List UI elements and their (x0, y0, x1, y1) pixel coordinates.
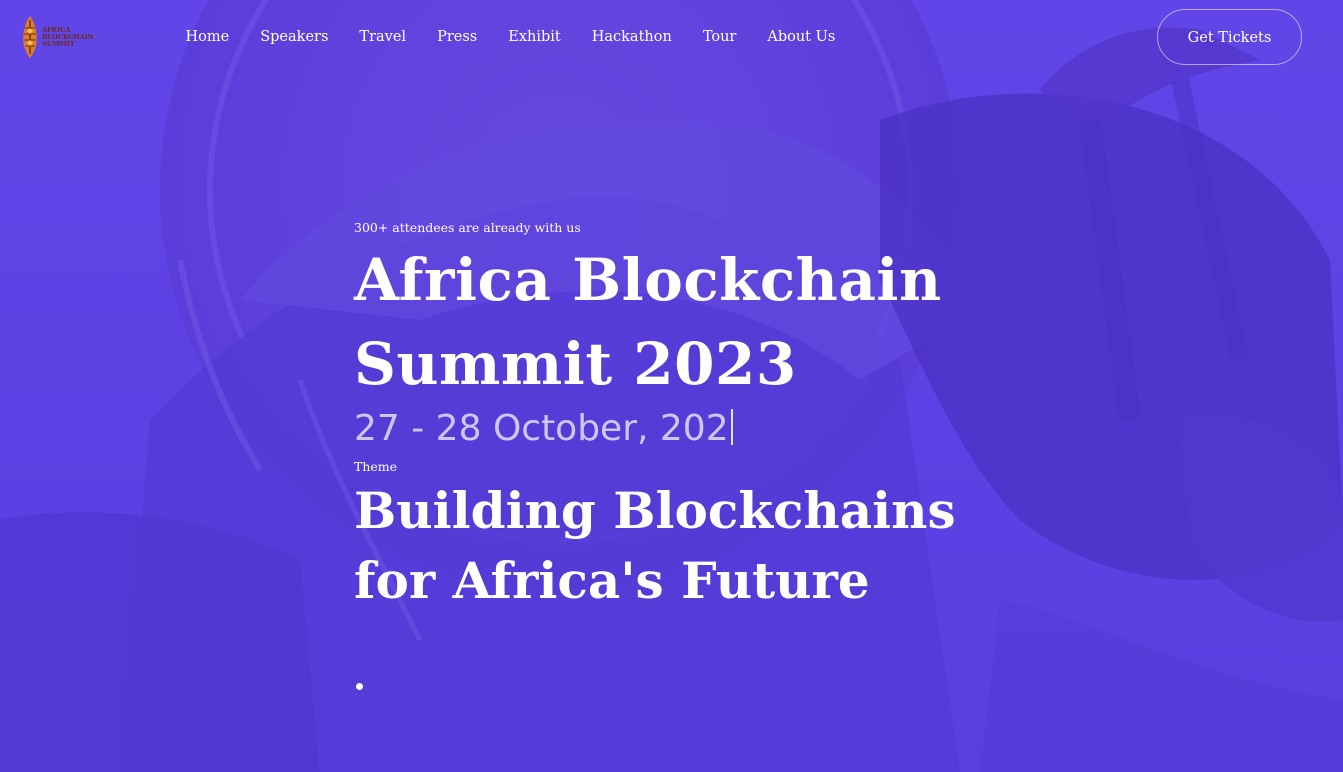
theme-title: Building Blockchains for Africa's Future (354, 476, 994, 616)
nav-about-us[interactable]: About Us (752, 26, 851, 48)
theme-label: Theme (354, 459, 398, 474)
hero-content: 300+ attendees are already with us Afric… (354, 218, 994, 658)
theme-line-2: for Africa's Future (354, 551, 870, 610)
title-line-2: Summit 2023 (354, 330, 797, 398)
nav-exhibit[interactable]: Exhibit (493, 26, 577, 48)
site-header: AFRICA BLOCKCHAIN SUMMIT Home Speakers T… (0, 0, 1343, 76)
nav-hackathon[interactable]: Hackathon (576, 26, 687, 48)
nav-speakers[interactable]: Speakers (245, 26, 344, 48)
typing-cursor (730, 409, 733, 445)
theme-line-1: Building Blockchains (354, 481, 956, 540)
nav-press[interactable]: Press (422, 26, 493, 48)
nav-travel[interactable]: Travel (344, 26, 422, 48)
carousel-dot-indicator[interactable] (356, 683, 363, 690)
logo-line-3: SUMMIT (42, 39, 75, 48)
nav-tour[interactable]: Tour (687, 26, 752, 48)
main-nav: Home Speakers Travel Press Exhibit Hacka… (170, 26, 851, 48)
logo-wordmark: AFRICA BLOCKCHAIN SUMMIT (42, 26, 94, 48)
event-date-text: 27 - 28 October, 202 (354, 408, 729, 449)
attendees-count: 300+ attendees are already with us (354, 220, 581, 235)
africa-shield-logo-icon (23, 16, 37, 58)
hero-section: AFRICA BLOCKCHAIN SUMMIT Home Speakers T… (0, 0, 1343, 772)
title-line-1: Africa Blockchain (354, 246, 942, 314)
event-date: 27 - 28 October, 202 (354, 402, 994, 452)
get-tickets-button[interactable]: Get Tickets (1157, 9, 1302, 65)
nav-home[interactable]: Home (170, 26, 245, 48)
page-title: Africa Blockchain Summit 2023 (354, 238, 994, 406)
site-logo[interactable]: AFRICA BLOCKCHAIN SUMMIT (22, 16, 106, 58)
